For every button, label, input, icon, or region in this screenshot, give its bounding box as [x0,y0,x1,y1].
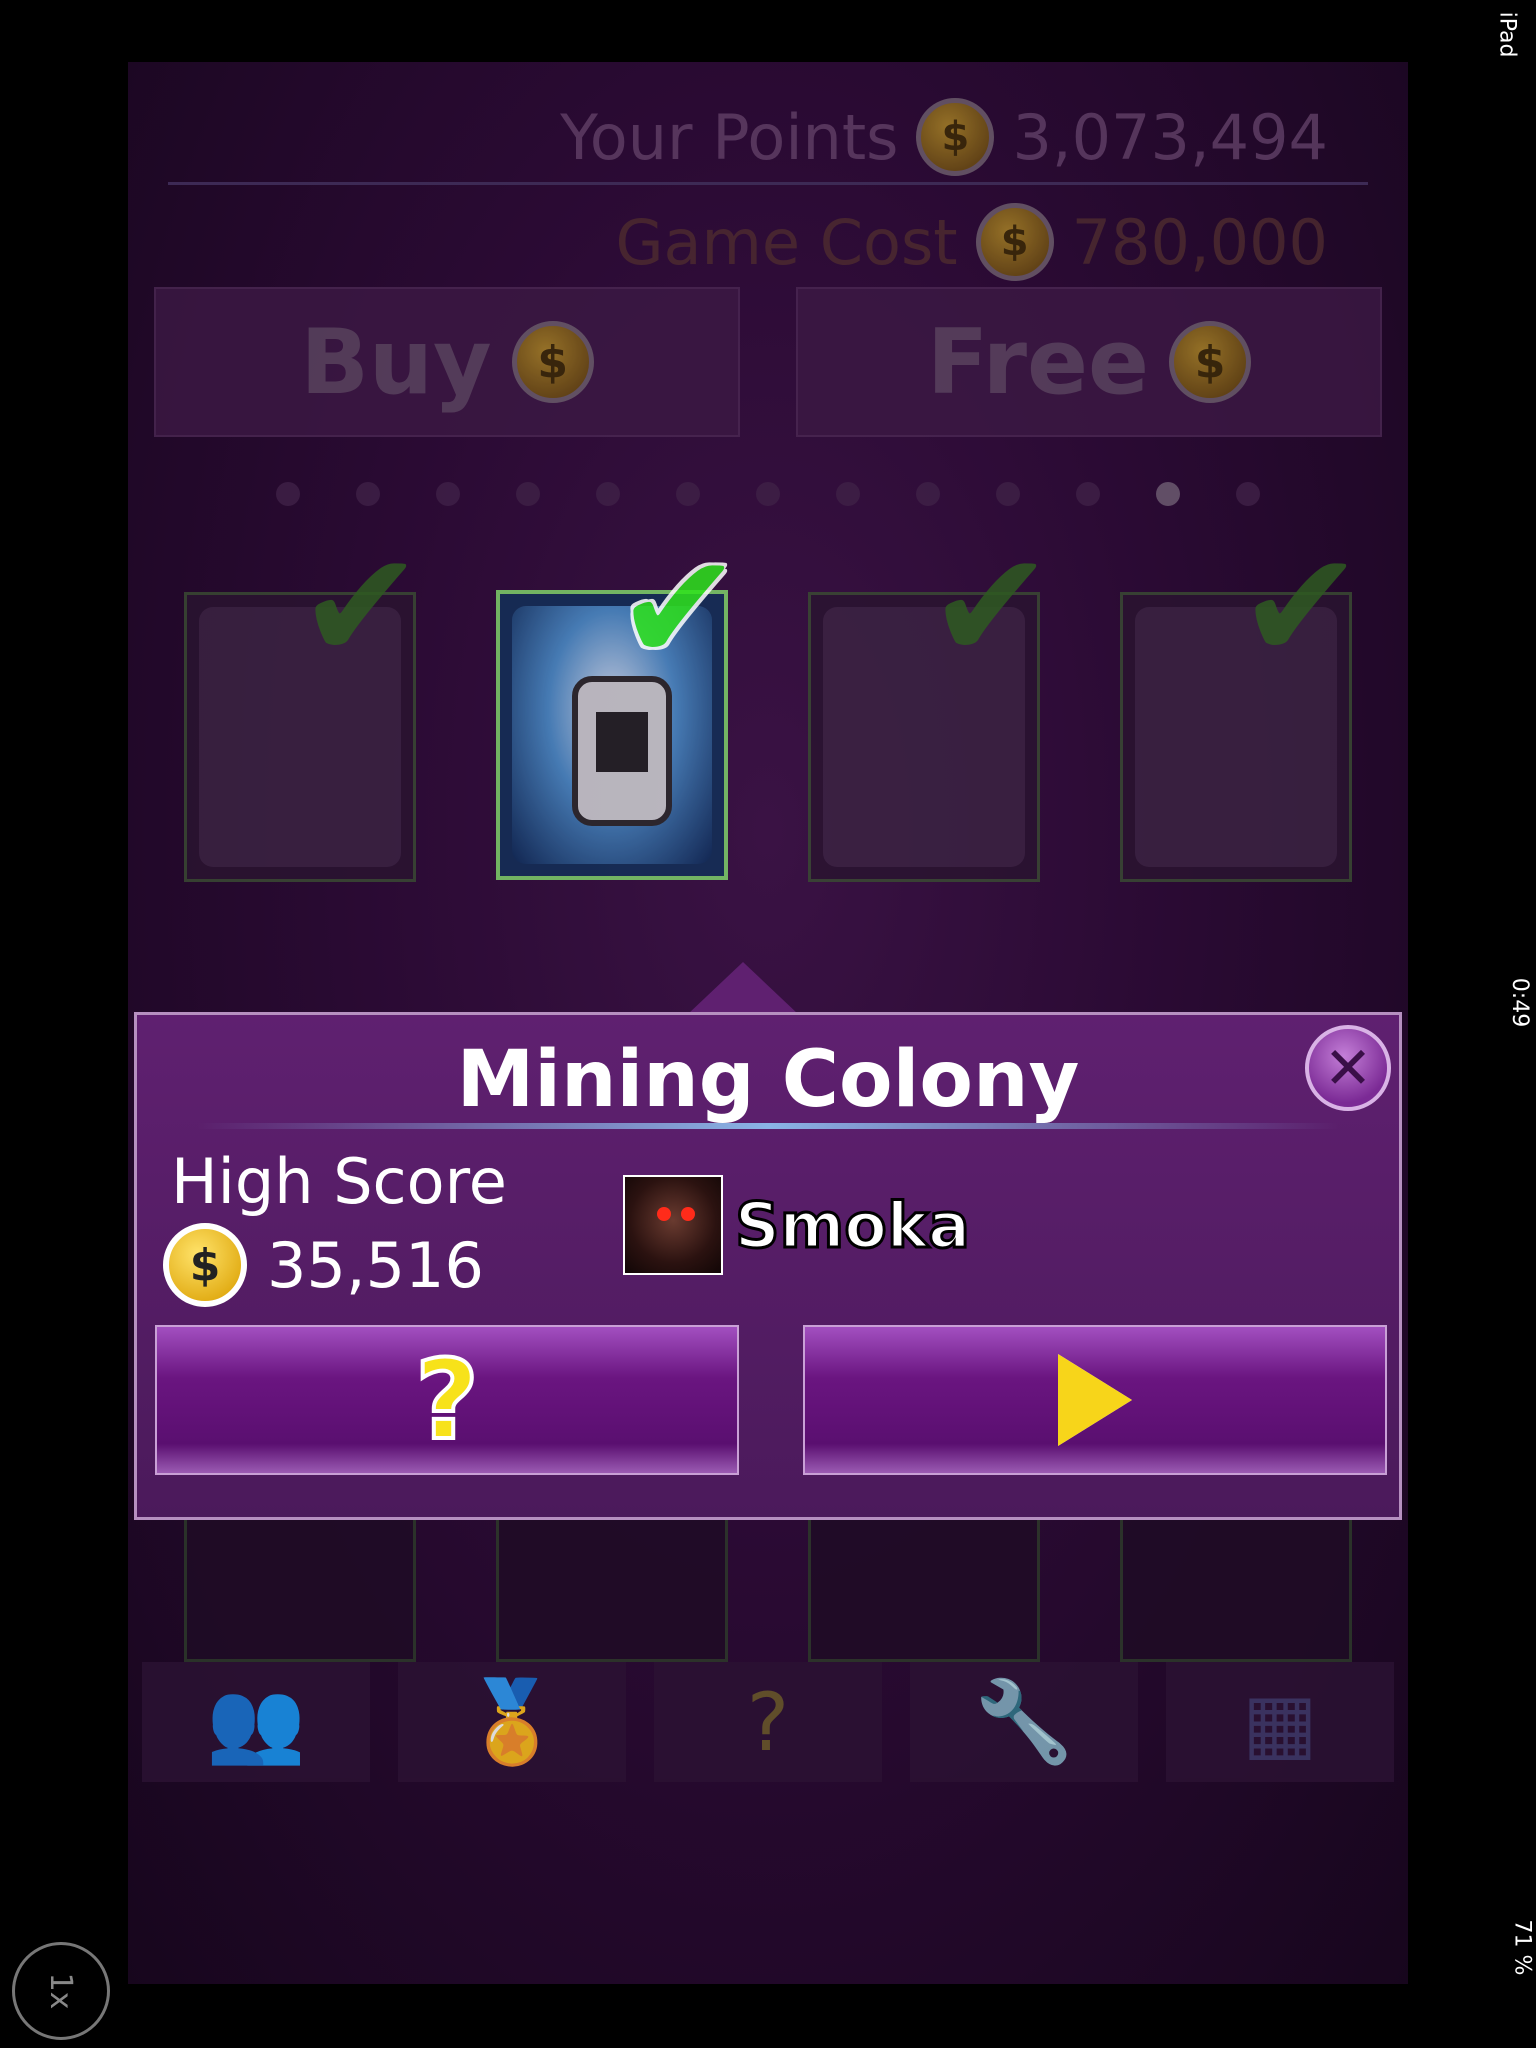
device-label: iPad [1494,11,1520,58]
help-button[interactable]: ? [155,1325,739,1475]
clock: 0:49 [1506,977,1532,1028]
high-score-row: $ 35,516 [163,1223,484,1307]
coin-icon: $ [163,1223,247,1307]
status-bar: iPad 0:49 71 % [1484,0,1536,2048]
close-icon: ✕ [1323,1034,1373,1102]
high-score-value: 35,516 [267,1228,484,1302]
popup-pointer [688,962,798,1014]
battery-level: 71 % [1509,1919,1535,1976]
question-icon: ? [413,1334,481,1466]
play-icon [1058,1354,1132,1446]
avatar [623,1175,723,1275]
popup-title: Mining Colony [456,1035,1080,1125]
high-score-player: Smoka [623,1175,972,1275]
game-screen: Your Points $ 3,073,494 Game Cost $ 780,… [128,62,1408,1984]
title-underline [197,1123,1339,1129]
close-button[interactable]: ✕ [1305,1025,1391,1111]
play-button[interactable] [803,1325,1387,1475]
high-score-label: High Score [171,1145,507,1218]
player-name: Smoka [734,1187,972,1263]
game-details-popup: Mining Colony ✕ High Score $ 35,516 Smok… [134,1012,1402,1520]
zoom-toggle-button[interactable]: 1x [12,1942,110,2040]
